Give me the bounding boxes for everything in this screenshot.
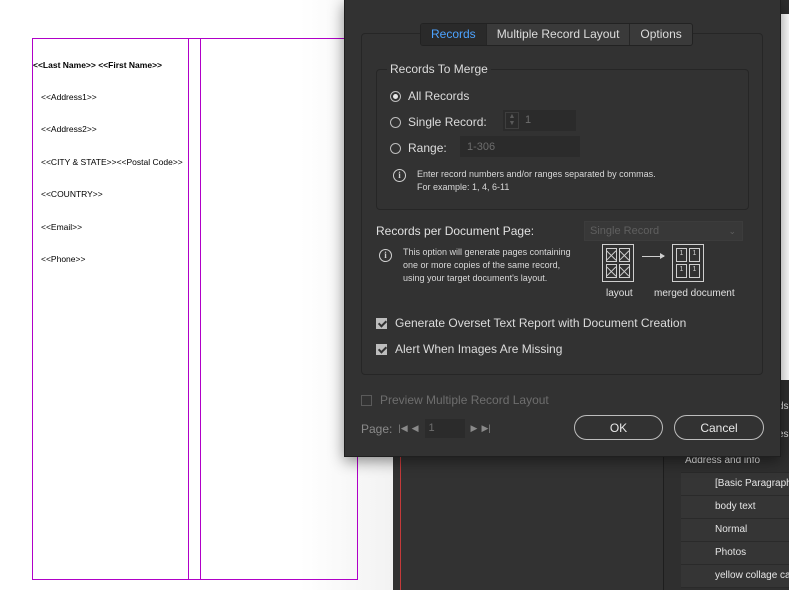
records-per-page-select[interactable]: Single Record ⌄ [584,221,743,241]
layout-diagram-icon [602,244,634,282]
records-to-merge-label: Records To Merge [387,62,491,76]
tab-bar: Records Multiple Record Layout Options [420,23,693,46]
stepper-arrows-icon[interactable]: ▲ ▼ [505,112,519,129]
radio-unselected-icon [390,116,401,128]
alert-missing-images-label: Alert When Images Are Missing [395,342,563,356]
info-icon: i [393,169,406,182]
merge-line-city-state: <<CITY & STATE>><<Postal Code>> [41,156,183,167]
cancel-button[interactable]: Cancel [674,415,764,440]
style-item-basic-paragraph[interactable]: [Basic Paragraph] [681,473,789,496]
overset-report-checkbox[interactable]: Generate Overset Text Report with Docume… [376,316,686,330]
radio-unselected-icon [390,142,401,154]
next-page-icon[interactable]: ▶ [471,423,478,434]
preview-layout-label: Preview Multiple Record Layout [380,393,549,407]
last-page-icon[interactable]: ▶| [481,423,490,434]
records-per-page-info-text: This option will generate pages containi… [403,247,571,283]
range-label: Range: [408,141,447,155]
range-radio[interactable]: Range: [390,141,447,155]
merge-fields-text[interactable]: <<Last Name>> <<First Name>> <<Address1>… [33,38,183,286]
checkbox-checked-icon [376,317,387,329]
all-records-radio[interactable]: All Records [390,89,469,103]
style-item-normal[interactable]: Normal [681,519,789,542]
style-item-yellow-collage-caption[interactable]: yellow collage caption [681,565,789,588]
diagram-cell: 1 [689,264,700,278]
range-hint-text: Enter record numbers and/or ranges separ… [417,169,656,192]
page-bleed-guide [400,455,401,590]
style-item-photos[interactable]: Photos [681,542,789,565]
paragraph-styles-list: Address and info [Basic Paragraph] body … [681,450,789,588]
diagram-cell: 1 [676,248,687,262]
info-icon: i [379,249,392,262]
page-number-input[interactable]: 1 [424,419,465,438]
page-label: Page: [361,421,393,436]
overset-report-label: Generate Overset Text Report with Docume… [395,316,687,330]
merge-line-name: <<Last Name>> <<First Name>> [33,59,162,70]
all-records-label: All Records [408,89,470,103]
checkbox-unchecked-icon [361,394,372,406]
tab-options[interactable]: Options [630,24,691,45]
tab-multiple-record-layout[interactable]: Multiple Record Layout [487,24,631,45]
chevron-down-icon: ⌄ [728,226,736,236]
alert-missing-images-checkbox[interactable]: Alert When Images Are Missing [376,342,562,356]
tab-records[interactable]: Records [421,24,487,45]
preview-layout-checkbox[interactable]: Preview Multiple Record Layout [361,393,549,407]
diagram-cell: 1 [676,264,687,278]
text-frame-right[interactable] [200,38,358,580]
merge-line-address1: <<Address1>> [41,91,97,102]
single-record-value: 1 [525,114,532,126]
merge-line-country: <<COUNTRY>> [41,189,103,200]
first-page-icon[interactable]: |◀ [398,423,407,434]
arrow-right-icon [642,253,665,259]
checkbox-checked-icon [376,343,387,355]
radio-selected-icon [390,90,401,102]
single-record-label: Single Record: [408,115,487,129]
diagram-merged-label: merged document [654,288,735,299]
diagram-cell: 1 [689,248,700,262]
style-item-body-text[interactable]: body text [681,496,789,519]
merge-line-phone: <<Phone>> [41,253,86,264]
merge-line-email: <<Email>> [41,221,83,232]
records-per-page-label: Records per Document Page: [376,224,535,238]
diagram-layout-label: layout [606,288,633,299]
records-per-page-value: Single Record [590,225,660,237]
merge-line-address2: <<Address2>> [41,124,97,135]
range-input[interactable]: 1-306 [460,136,580,157]
merged-document-dialog: Records Multiple Record Layout Options R… [344,0,781,457]
page-navigation: Page: |◀ ◀ 1 ▶ ▶| [361,419,493,438]
document-canvas: <<Last Name>> <<First Name>> <<Address1>… [0,0,395,590]
ok-button[interactable]: OK [574,415,663,440]
single-record-stepper[interactable]: ▲ ▼ 1 [503,110,576,131]
single-record-radio[interactable]: Single Record: [390,115,487,129]
merged-document-diagram-icon: 1 1 1 1 [672,244,704,282]
previous-page-icon[interactable]: ◀ [412,423,419,434]
